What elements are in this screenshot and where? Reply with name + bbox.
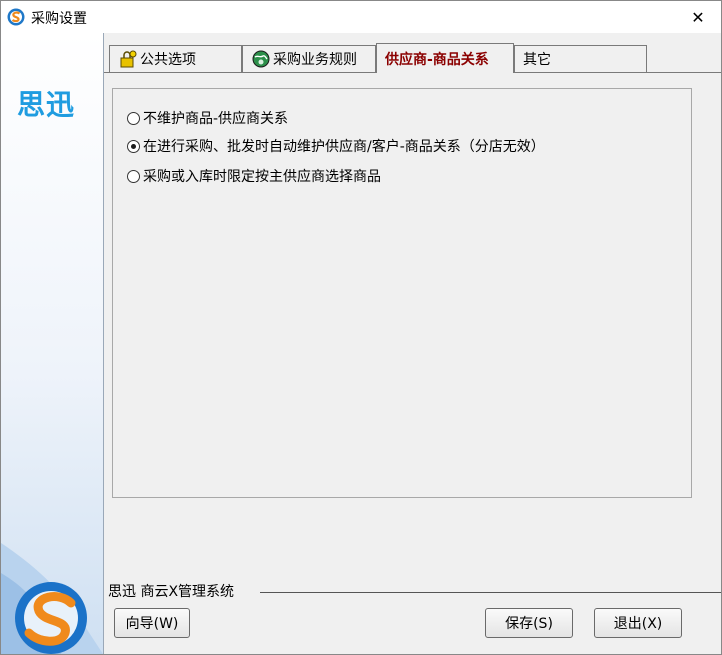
brand-logo-icon bbox=[1, 543, 103, 654]
options-panel: 不维护商品-供应商关系 在进行采购、批发时自动维护供应商/客户-商品关系（分店无… bbox=[112, 88, 692, 498]
radio-button[interactable] bbox=[127, 169, 140, 183]
radio-option-no-maintain[interactable]: 不维护商品-供应商关系 bbox=[127, 108, 288, 128]
radio-option-main-supplier[interactable]: 采购或入库时限定按主供应商选择商品 bbox=[127, 166, 381, 186]
radio-button[interactable] bbox=[127, 139, 140, 153]
exit-button[interactable]: 退出(X) bbox=[594, 608, 682, 638]
key-lock-icon bbox=[120, 50, 137, 68]
tab-purchase-rules[interactable]: 采购业务规则 bbox=[242, 45, 376, 72]
sidebar-banner: 思迅 bbox=[1, 33, 104, 654]
footer-divider bbox=[260, 592, 721, 593]
wizard-button[interactable]: 向导(W) bbox=[114, 608, 190, 638]
tab-bar: 公共选项 采购业务规则 供应商-商品关系 其它 bbox=[104, 43, 721, 73]
globe-icon bbox=[252, 50, 270, 68]
window-title: 采购设置 bbox=[31, 11, 87, 27]
button-label: 退出(X) bbox=[613, 616, 663, 632]
save-button[interactable]: 保存(S) bbox=[485, 608, 573, 638]
close-button[interactable]: ✕ bbox=[675, 1, 721, 33]
app-logo-icon bbox=[7, 8, 25, 26]
radio-label: 在进行采购、批发时自动维护供应商/客户-商品关系（分店无效） bbox=[143, 139, 545, 155]
tab-label: 其它 bbox=[523, 52, 551, 68]
tab-label: 公共选项 bbox=[140, 52, 196, 68]
settings-window: 采购设置 ✕ 思迅 公共选项 采购业务规则 供应商-商品关系 其它 不维护商品-… bbox=[0, 0, 722, 655]
tab-general-options[interactable]: 公共选项 bbox=[109, 45, 242, 72]
system-name: 思迅 商云X管理系统 bbox=[108, 584, 235, 600]
button-label: 保存(S) bbox=[505, 616, 553, 632]
brand-text: 思迅 bbox=[17, 88, 76, 121]
tab-others[interactable]: 其它 bbox=[514, 45, 647, 72]
tab-label: 采购业务规则 bbox=[273, 52, 357, 68]
button-label: 向导(W) bbox=[125, 616, 179, 632]
radio-option-auto-maintain[interactable]: 在进行采购、批发时自动维护供应商/客户-商品关系（分店无效） bbox=[127, 136, 545, 156]
main-area: 公共选项 采购业务规则 供应商-商品关系 其它 不维护商品-供应商关系 在进行采… bbox=[104, 33, 721, 654]
title-bar: 采购设置 ✕ bbox=[1, 1, 721, 33]
radio-label: 不维护商品-供应商关系 bbox=[143, 111, 289, 127]
radio-label: 采购或入库时限定按主供应商选择商品 bbox=[143, 169, 381, 185]
close-icon: ✕ bbox=[691, 7, 705, 27]
tab-supplier-product[interactable]: 供应商-商品关系 bbox=[376, 43, 514, 73]
radio-button[interactable] bbox=[127, 111, 140, 125]
tab-label: 供应商-商品关系 bbox=[385, 51, 489, 68]
